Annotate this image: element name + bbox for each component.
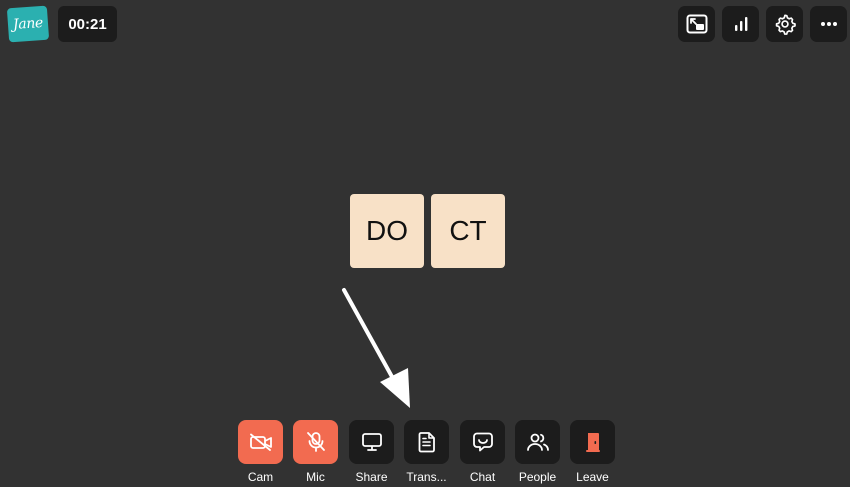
- chat-bubble-icon: [472, 432, 493, 452]
- jane-logo: Jane: [6, 5, 50, 43]
- cam-label: Cam: [247, 470, 274, 484]
- logo-text: Jane: [12, 14, 44, 34]
- leave-door-icon: [585, 433, 600, 452]
- people-label: People: [518, 470, 557, 484]
- chat-control: Chat: [460, 420, 505, 484]
- mic-label: Mic: [306, 470, 325, 484]
- leave-control: Leave: [570, 420, 615, 484]
- camera-off-icon: [249, 433, 272, 451]
- chat-button[interactable]: [460, 420, 505, 464]
- chat-label: Chat: [469, 470, 496, 484]
- cam-button[interactable]: [238, 420, 283, 464]
- mic-off-icon: [306, 432, 325, 452]
- call-timer: 00:21: [58, 6, 117, 42]
- settings-button[interactable]: [766, 6, 803, 42]
- settings-gear-icon: [775, 14, 796, 35]
- more-options-button[interactable]: [810, 6, 847, 42]
- more-options-icon: [820, 22, 837, 26]
- picture-in-picture-button[interactable]: [678, 6, 715, 42]
- participant-tile: CT: [431, 194, 505, 268]
- screen-share-icon: [361, 433, 382, 451]
- network-stats-icon: [734, 17, 747, 31]
- cam-control: Cam: [238, 420, 283, 484]
- leave-label: Leave: [576, 470, 609, 484]
- share-button[interactable]: [349, 420, 394, 464]
- transcript-control: Trans...: [404, 420, 449, 484]
- network-stats-button[interactable]: [722, 6, 759, 42]
- transcript-button[interactable]: [404, 420, 449, 464]
- participant-tile: DO: [350, 194, 424, 268]
- mic-control: Mic: [293, 420, 338, 484]
- people-control: People: [515, 420, 560, 484]
- transcript-document-icon: [418, 432, 435, 453]
- share-label: Share: [355, 470, 388, 484]
- leave-button[interactable]: [570, 420, 615, 464]
- picture-in-picture-icon: [686, 14, 707, 34]
- people-icon: [526, 433, 549, 451]
- transcript-label: Trans...: [406, 470, 447, 484]
- share-control: Share: [349, 420, 394, 484]
- people-button[interactable]: [515, 420, 560, 464]
- video-call-stage: Jane 00:21 DO CT Cam Mic Share Trans... …: [0, 0, 850, 487]
- annotation-arrow-icon: [342, 288, 410, 408]
- mic-button[interactable]: [293, 420, 338, 464]
